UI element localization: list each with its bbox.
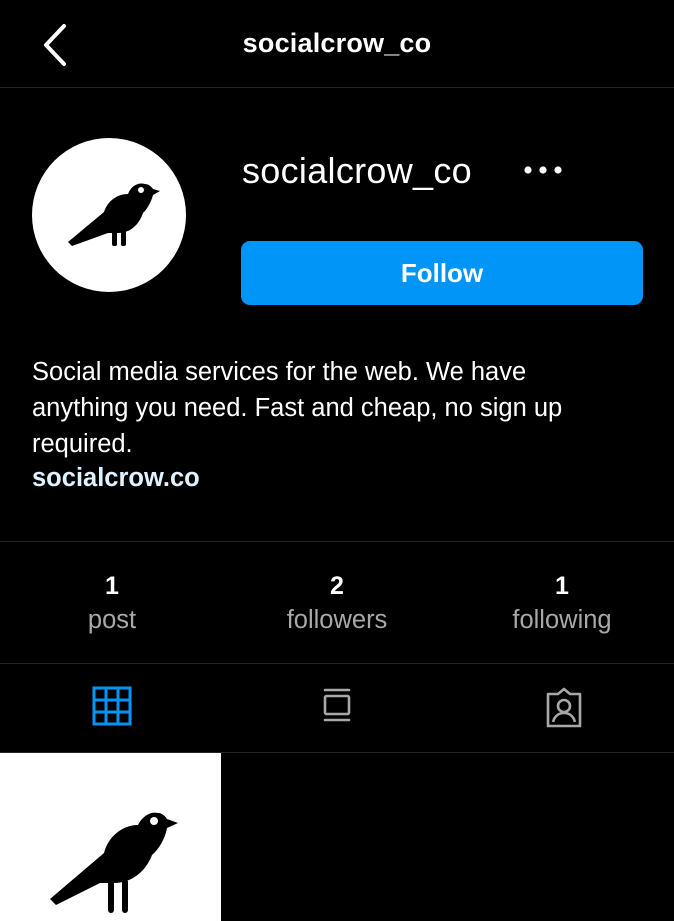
tab-feed[interactable] <box>225 664 449 752</box>
stat-label: followers <box>286 606 388 634</box>
profile-avatar[interactable] <box>32 138 186 292</box>
posts-grid <box>0 753 674 921</box>
post-thumbnail[interactable] <box>0 753 221 921</box>
tab-posts-grid[interactable] <box>0 664 224 752</box>
stat-value: 1 <box>555 572 569 600</box>
stat-label: post <box>87 606 137 634</box>
stat-value: 2 <box>330 572 344 600</box>
profile-tabs <box>0 664 674 753</box>
feed-icon <box>323 688 351 722</box>
bio-line: anything you need. Fast and cheap, no si… <box>32 394 563 422</box>
stat-following[interactable]: 1 following <box>450 570 674 638</box>
website-link[interactable]: socialcrow.co <box>32 464 200 493</box>
stat-followers[interactable]: 2 followers <box>225 570 449 638</box>
crow-logo-icon <box>68 183 160 246</box>
more-horizontal-icon <box>524 166 562 174</box>
top-bar: socialcrow_co <box>0 0 674 88</box>
more-options-button[interactable] <box>516 152 570 188</box>
page-title: socialcrow_co <box>242 28 432 58</box>
tagged-user-icon <box>546 687 582 728</box>
stat-value: 1 <box>105 572 119 600</box>
tab-tagged[interactable] <box>450 664 674 752</box>
stat-label: following <box>512 606 612 634</box>
profile-username: socialcrow_co <box>242 150 472 191</box>
bio-line: required. <box>32 430 133 458</box>
stat-posts[interactable]: 1 post <box>0 570 224 638</box>
profile-stats: 1 post 2 followers 1 following <box>0 541 674 664</box>
crow-logo-icon <box>50 812 178 913</box>
profile-bio: Social media services for the web. We ha… <box>32 354 632 462</box>
grid-icon <box>92 686 132 726</box>
bio-line: Social media services for the web. We ha… <box>32 358 527 386</box>
follow-button[interactable]: Follow <box>241 241 643 305</box>
